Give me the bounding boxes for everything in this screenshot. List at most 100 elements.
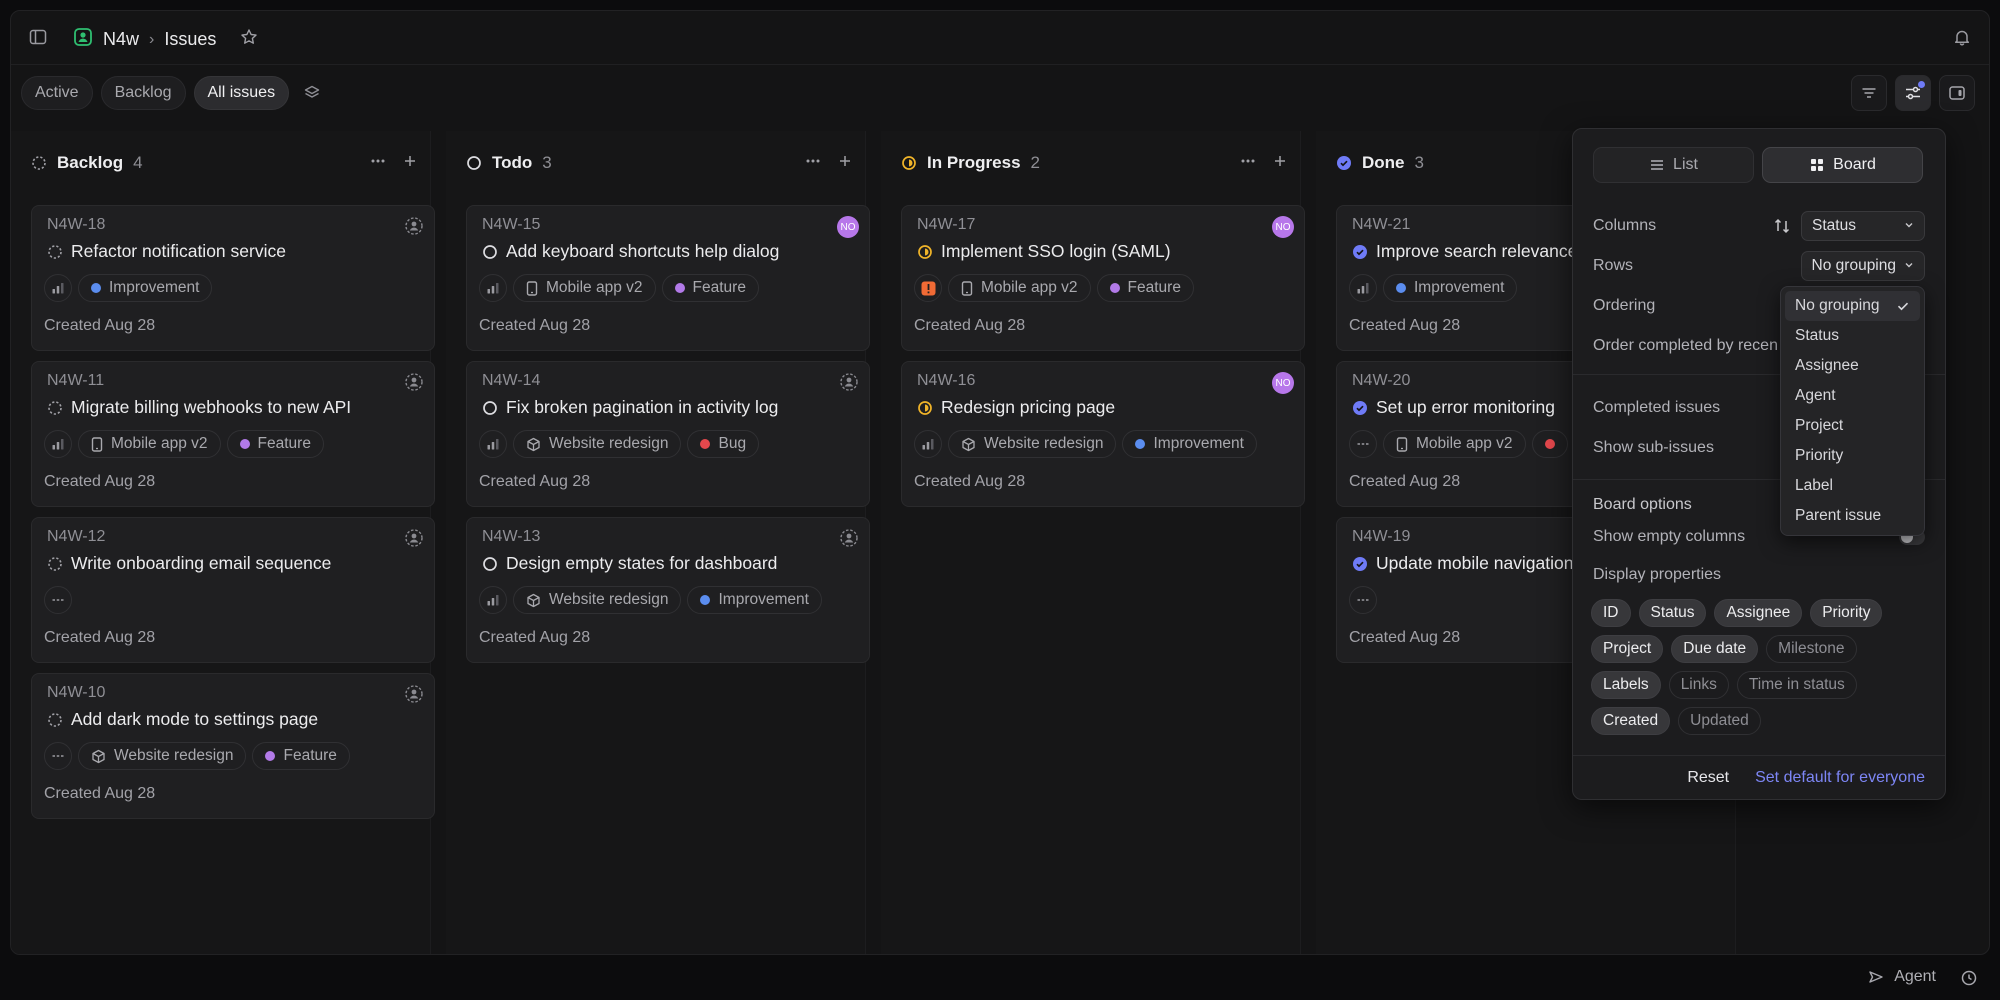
rows-select[interactable]: No grouping <box>1800 251 1925 281</box>
property-chip-created[interactable]: Created <box>1591 707 1671 735</box>
priority-tag[interactable] <box>479 430 507 458</box>
property-chip-time-in-status[interactable]: Time in status <box>1736 671 1857 699</box>
rows-option-project[interactable]: Project <box>1785 411 1920 441</box>
rows-option-priority[interactable]: Priority <box>1785 441 1920 471</box>
side-panel-button[interactable] <box>1939 75 1975 111</box>
priority-tag[interactable] <box>479 586 507 614</box>
urgent-tag[interactable] <box>914 274 942 302</box>
property-chip-assignee[interactable]: Assignee <box>1714 599 1803 627</box>
circle-icon[interactable] <box>482 556 498 572</box>
property-chip-labels[interactable]: Labels <box>1591 671 1661 699</box>
priority-tag[interactable] <box>44 430 72 458</box>
issue-card[interactable]: N4W-15 NO Add keyboard shortcuts help di… <box>466 205 870 351</box>
property-chip-priority[interactable]: Priority <box>1810 599 1883 627</box>
dashed-circle-icon[interactable] <box>47 556 63 572</box>
property-chip-id[interactable]: ID <box>1591 599 1631 627</box>
rows-option-label[interactable]: Label <box>1785 471 1920 501</box>
filter-backlog[interactable]: Backlog <box>100 76 186 110</box>
no-priority-tag[interactable] <box>1349 586 1377 614</box>
columns-select[interactable]: Status <box>1801 211 1925 241</box>
priority-tag[interactable] <box>914 430 942 458</box>
property-chip-status[interactable]: Status <box>1638 599 1707 627</box>
project-tag[interactable]: Mobile app v2 <box>1383 430 1526 458</box>
layout-list-button[interactable]: List <box>1593 147 1754 183</box>
label-tag[interactable]: Improvement <box>1383 274 1518 302</box>
reset-button[interactable]: Reset <box>1687 769 1729 787</box>
avatar[interactable]: NO <box>1272 372 1294 394</box>
property-chip-links[interactable]: Links <box>1668 671 1729 699</box>
property-chip-milestone[interactable]: Milestone <box>1766 635 1857 663</box>
filter-active[interactable]: Active <box>21 76 93 110</box>
label-tag[interactable]: Improvement <box>78 274 213 302</box>
half-circle-icon[interactable] <box>917 244 933 260</box>
issue-card[interactable]: N4W-11 Migrate billing webhooks to new A… <box>31 361 435 507</box>
more-icon[interactable] <box>370 153 386 174</box>
label-tag[interactable]: Feature <box>661 274 759 302</box>
avatar[interactable]: NO <box>837 216 859 238</box>
project-tag[interactable]: Website redesign <box>513 586 682 614</box>
set-default-button[interactable]: Set default for everyone <box>1755 769 1925 787</box>
rows-option-status[interactable]: Status <box>1785 321 1920 351</box>
project-tag[interactable]: Mobile app v2 <box>948 274 1091 302</box>
bell-icon[interactable] <box>1953 28 1971 46</box>
circle-icon[interactable] <box>482 400 498 416</box>
layout-board-button[interactable]: Board <box>1762 147 1923 183</box>
project-tag[interactable]: Website redesign <box>948 430 1117 458</box>
history-icon[interactable] <box>1960 969 1978 992</box>
priority-tag[interactable] <box>44 274 72 302</box>
assign-user-icon[interactable] <box>839 372 859 397</box>
label-tag[interactable]: Feature <box>252 742 350 770</box>
swap-icon[interactable] <box>1773 217 1791 235</box>
filter-all-issues[interactable]: All issues <box>193 76 290 110</box>
rows-option-agent[interactable]: Agent <box>1785 381 1920 411</box>
property-chip-updated[interactable]: Updated <box>1678 707 1761 735</box>
rows-option-no-grouping[interactable]: No grouping <box>1785 291 1920 321</box>
assign-user-icon[interactable] <box>404 216 424 241</box>
assign-user-icon[interactable] <box>404 372 424 397</box>
label-tag[interactable] <box>1531 430 1568 458</box>
display-options-button[interactable] <box>1895 75 1931 111</box>
assign-user-icon[interactable] <box>404 684 424 709</box>
dashed-circle-icon[interactable] <box>47 712 63 728</box>
assign-user-icon[interactable] <box>839 528 859 553</box>
label-tag[interactable]: Feature <box>226 430 324 458</box>
dashed-circle-icon[interactable] <box>47 400 63 416</box>
circle-icon[interactable] <box>482 244 498 260</box>
issue-card[interactable]: N4W-18 Refactor notification service Imp… <box>31 205 435 351</box>
plus-icon[interactable] <box>402 153 418 174</box>
no-priority-tag[interactable] <box>1349 430 1377 458</box>
check-circle-icon[interactable] <box>1352 400 1368 416</box>
avatar[interactable]: NO <box>1272 216 1294 238</box>
more-icon[interactable] <box>1240 153 1256 174</box>
sidebar-toggle-icon[interactable] <box>29 28 47 46</box>
priority-tag[interactable] <box>1349 274 1377 302</box>
issue-card[interactable]: N4W-16 NO Redesign pricing page Website … <box>901 361 1305 507</box>
plus-icon[interactable] <box>837 153 853 174</box>
project-tag[interactable]: Mobile app v2 <box>78 430 221 458</box>
check-circle-icon[interactable] <box>1352 556 1368 572</box>
property-chip-project[interactable]: Project <box>1591 635 1664 663</box>
label-tag[interactable]: Improvement <box>1122 430 1257 458</box>
property-chip-due-date[interactable]: Due date <box>1671 635 1759 663</box>
issue-card[interactable]: N4W-14 Fix broken pagination in activity… <box>466 361 870 507</box>
rows-option-assignee[interactable]: Assignee <box>1785 351 1920 381</box>
check-circle-icon[interactable] <box>1352 244 1368 260</box>
agent-button[interactable]: Agent <box>1868 968 1936 986</box>
issue-card[interactable]: N4W-12 Write onboarding email sequence C… <box>31 517 435 663</box>
layers-icon[interactable] <box>303 84 321 102</box>
project-tag[interactable]: Website redesign <box>78 742 247 770</box>
issue-card[interactable]: N4W-17 NO Implement SSO login (SAML) Mob… <box>901 205 1305 351</box>
star-icon[interactable] <box>240 28 258 51</box>
rows-option-parent-issue[interactable]: Parent issue <box>1785 501 1920 531</box>
label-tag[interactable]: Bug <box>687 430 760 458</box>
dashed-circle-icon[interactable] <box>47 244 63 260</box>
more-icon[interactable] <box>805 153 821 174</box>
breadcrumb-page[interactable]: Issues <box>164 29 216 50</box>
label-tag[interactable]: Feature <box>1096 274 1194 302</box>
no-priority-tag[interactable] <box>44 742 72 770</box>
issue-card[interactable]: N4W-10 Add dark mode to settings page We… <box>31 673 435 819</box>
no-priority-tag[interactable] <box>44 586 72 614</box>
project-tag[interactable]: Mobile app v2 <box>513 274 656 302</box>
project-tag[interactable]: Website redesign <box>513 430 682 458</box>
filter-button[interactable] <box>1851 75 1887 111</box>
